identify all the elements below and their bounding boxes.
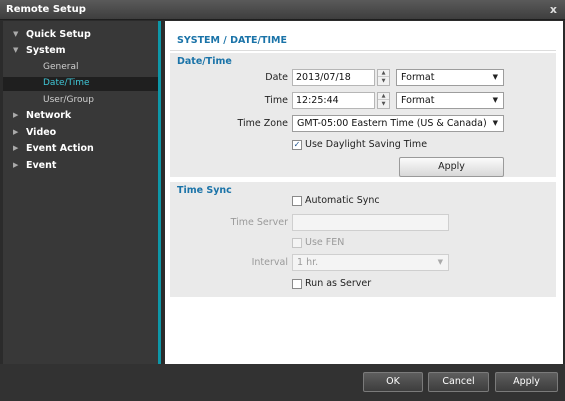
date-input[interactable]: 2013/07/18 [292, 69, 375, 86]
checkmark-icon: ✓ [292, 140, 302, 150]
chevron-down-icon: ▼ [492, 119, 498, 127]
time-format-value: Format [401, 95, 435, 106]
time-spinner[interactable]: ▲ ▼ [377, 92, 390, 109]
sidebar-item-event[interactable]: ▶ Event [3, 160, 158, 174]
sidebar-item-network[interactable]: ▶ Network [3, 110, 158, 124]
chevron-down-icon: ▼ [492, 96, 498, 104]
date-format-value: Format [401, 72, 435, 83]
checkbox-icon [292, 238, 302, 248]
date-label: Date [265, 72, 288, 83]
spin-up-icon[interactable]: ▲ [378, 93, 389, 100]
triangle-down-icon: ▼ [13, 30, 19, 38]
window-title: Remote Setup [6, 4, 86, 15]
time-server-input[interactable] [292, 214, 449, 231]
date-time-group: Date/Time Date 2013/07/18 ▲ ▼ Format ▼ T… [170, 53, 556, 177]
date-format-select[interactable]: Format ▼ [396, 69, 504, 86]
sidebar: ▼ Quick Setup ▼ System General Date/Time… [3, 21, 161, 364]
title-divider [170, 50, 556, 51]
cancel-button[interactable]: Cancel [428, 372, 489, 392]
main-content: SYSTEM / DATE/TIME Date/Time Date 2013/0… [165, 21, 563, 364]
title-bar: Remote Setup x [0, 0, 565, 20]
sidebar-item-video[interactable]: ▶ Video [3, 127, 158, 141]
automatic-sync-checkbox[interactable]: Automatic Sync [292, 195, 412, 207]
time-zone-value: GMT-05:00 Eastern Time (US & Canada) [297, 118, 487, 129]
spin-up-icon[interactable]: ▲ [378, 70, 389, 77]
time-label: Time [264, 95, 288, 106]
triangle-right-icon: ▶ [13, 144, 19, 152]
time-zone-select[interactable]: GMT-05:00 Eastern Time (US & Canada) ▼ [292, 115, 504, 132]
dst-checkbox[interactable]: ✓ Use Daylight Saving Time [292, 139, 442, 151]
chevron-down-icon: ▼ [492, 73, 498, 81]
sidebar-subitem-general[interactable]: General [3, 61, 158, 75]
use-fen-checkbox[interactable]: Use FEN [292, 237, 372, 249]
sidebar-item-quick-setup[interactable]: ▼ Quick Setup [3, 29, 158, 43]
triangle-down-icon: ▼ [13, 46, 19, 54]
date-spinner[interactable]: ▲ ▼ [377, 69, 390, 86]
interval-select[interactable]: 1 hr. ▼ [292, 254, 449, 271]
time-zone-label: Time Zone [237, 118, 288, 129]
triangle-right-icon: ▶ [13, 161, 19, 169]
time-sync-group: Time Sync Automatic Sync Time Server Use… [170, 182, 556, 297]
date-time-apply-button[interactable]: Apply [399, 157, 504, 177]
time-server-label: Time Server [230, 217, 288, 228]
sidebar-subitem-date-time[interactable]: Date/Time [3, 77, 158, 91]
spin-down-icon[interactable]: ▼ [378, 78, 389, 85]
sidebar-item-system[interactable]: ▼ System [3, 45, 158, 59]
date-time-group-title: Date/Time [177, 56, 232, 67]
time-input[interactable]: 12:25:44 [292, 92, 375, 109]
triangle-right-icon: ▶ [13, 128, 19, 136]
footer-bar: OK Cancel Apply [0, 364, 565, 401]
checkbox-icon [292, 196, 302, 206]
interval-label: Interval [251, 257, 288, 268]
chevron-down-icon: ▼ [437, 258, 443, 266]
interval-value: 1 hr. [297, 257, 319, 268]
ok-button[interactable]: OK [363, 372, 423, 392]
sidebar-subitem-user-group[interactable]: User/Group [3, 94, 158, 108]
time-format-select[interactable]: Format ▼ [396, 92, 504, 109]
sidebar-item-event-action[interactable]: ▶ Event Action [3, 143, 158, 157]
checkbox-icon [292, 279, 302, 289]
time-sync-group-title: Time Sync [177, 185, 232, 196]
triangle-right-icon: ▶ [13, 111, 19, 119]
run-as-server-checkbox[interactable]: Run as Server [292, 278, 392, 290]
close-icon[interactable]: x [550, 3, 557, 16]
spin-down-icon[interactable]: ▼ [378, 101, 389, 108]
apply-button[interactable]: Apply [495, 372, 558, 392]
remote-setup-window: Remote Setup x ▼ Quick Setup ▼ System Ge… [0, 0, 565, 401]
page-title: SYSTEM / DATE/TIME [177, 35, 287, 46]
